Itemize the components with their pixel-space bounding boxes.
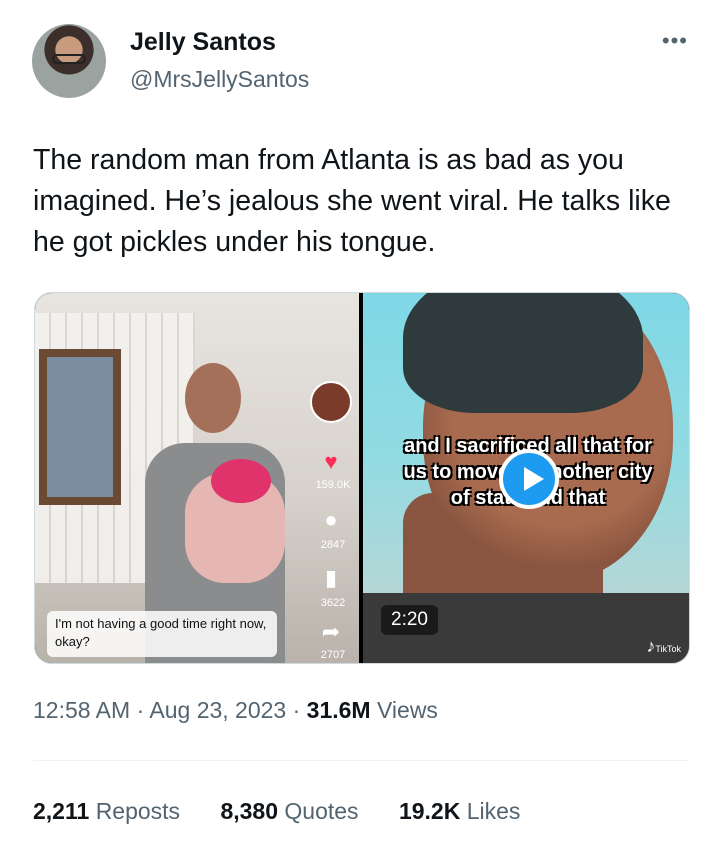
likes-label: Likes xyxy=(466,798,521,824)
save-count: 3622 xyxy=(320,597,346,609)
views-label: Views xyxy=(377,697,438,723)
like-count: 159.0K xyxy=(315,479,351,491)
baby-figure xyxy=(185,459,285,583)
meta-separator: · xyxy=(292,697,301,723)
reposts-count: 2,211 xyxy=(33,798,90,824)
quotes-count: 8,380 xyxy=(220,798,279,824)
play-icon[interactable] xyxy=(499,449,559,509)
tweet-date[interactable]: Aug 23, 2023 xyxy=(149,697,286,723)
quotes-label: Quotes xyxy=(284,798,359,824)
likes-link[interactable]: 19.2K Likes xyxy=(399,798,520,824)
media-grid: ♥ 159.0K ● 2847 ▮ 3622 ➦ 2707 I'm not ha… xyxy=(34,292,690,664)
comment-count: 2847 xyxy=(320,539,346,551)
tiktok-avatar xyxy=(310,381,352,423)
divider xyxy=(33,760,688,761)
more-options-icon[interactable]: ••• xyxy=(662,28,688,54)
reposts-link[interactable]: 2,211 Reposts xyxy=(33,798,180,824)
heart-icon: ♥ xyxy=(324,449,338,474)
share-icon: ➦ xyxy=(321,619,341,644)
comment-icon: ● xyxy=(324,507,338,532)
likes-count: 19.2K xyxy=(398,798,461,824)
tweet-time[interactable]: 12:58 AM xyxy=(33,697,130,723)
durag xyxy=(403,293,643,413)
video-duration: 2:20 xyxy=(381,605,438,635)
left-video-thumbnail[interactable]: ♥ 159.0K ● 2847 ▮ 3622 ➦ 2707 I'm not ha… xyxy=(35,293,359,663)
background-window xyxy=(39,349,121,505)
tweet-meta: 12:58 AM · Aug 23, 2023 · 31.6M Views xyxy=(33,697,438,724)
meta-separator: · xyxy=(136,697,145,723)
quotes-link[interactable]: 8,380 Quotes xyxy=(220,798,358,824)
tweet-stats: 2,211 Reposts 8,380 Quotes 19.2K Likes xyxy=(33,798,554,825)
right-video-thumbnail[interactable]: and I sacrificed all that for us to move… xyxy=(363,293,689,663)
bookmark-icon: ▮ xyxy=(324,565,338,590)
views-count: 31.6M xyxy=(306,697,371,723)
author-name[interactable]: Jelly Santos xyxy=(130,28,276,57)
author-handle[interactable]: @MrsJellySantos xyxy=(130,66,309,93)
share-count: 2707 xyxy=(320,649,346,661)
avatar[interactable] xyxy=(32,24,106,98)
tweet-text: The random man from Atlanta is as bad as… xyxy=(33,144,671,258)
reposts-label: Reposts xyxy=(95,798,181,824)
avatar-glasses xyxy=(52,54,86,64)
video-caption: I'm not having a good time right now, ok… xyxy=(47,611,277,657)
tiktok-watermark: ♪TikTok xyxy=(646,636,681,656)
